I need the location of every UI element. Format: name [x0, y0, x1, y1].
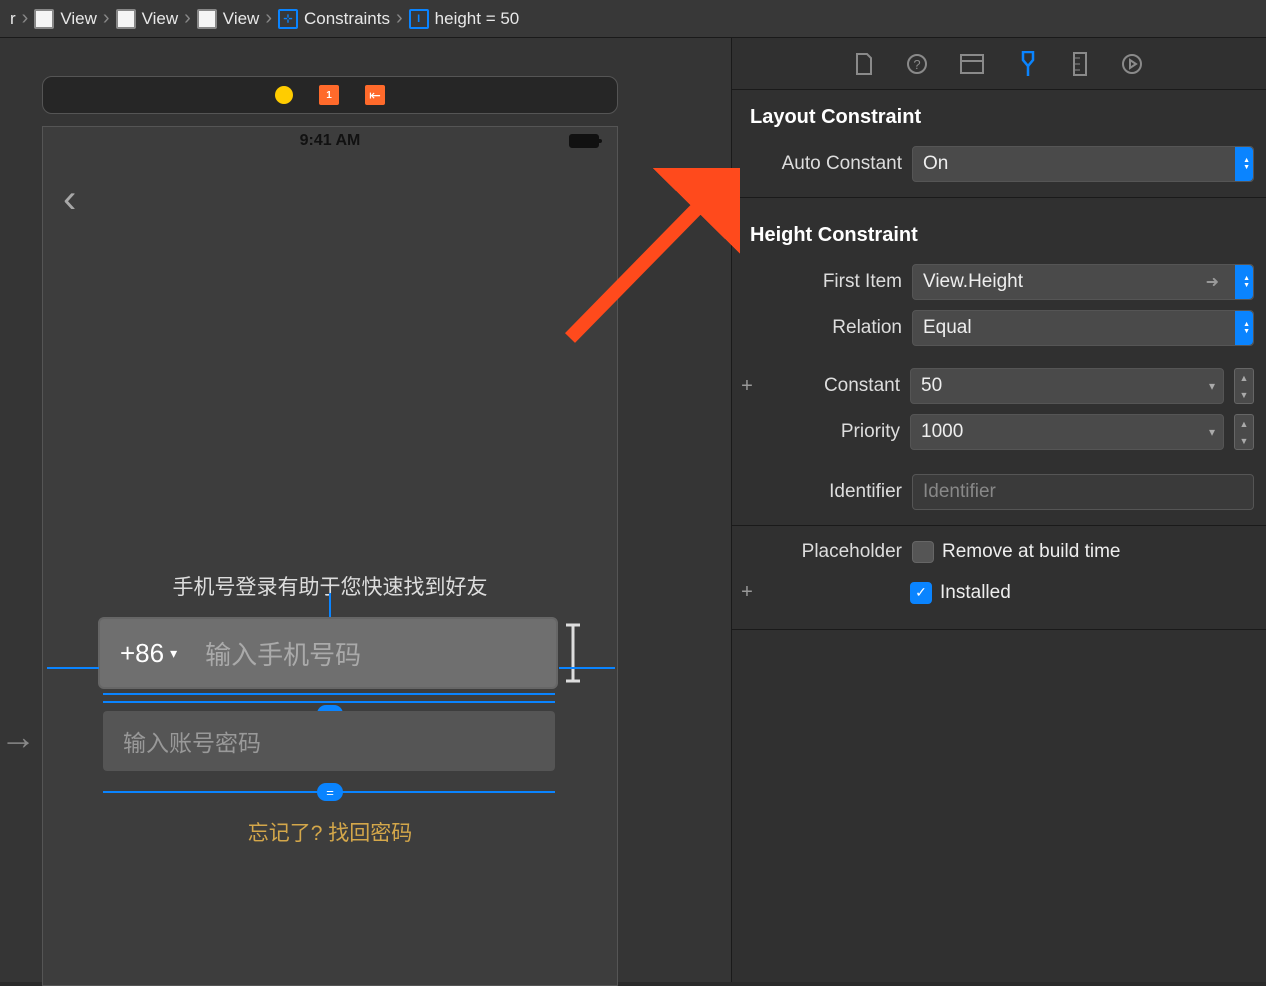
constant-label: Constant [772, 375, 900, 397]
priority-label: Priority [772, 421, 900, 443]
annotation-arrow-icon [560, 168, 740, 348]
country-code-selector[interactable]: +86▾ [120, 638, 177, 669]
device-toolbar: 1 [42, 76, 618, 114]
constraint-icon: I [409, 9, 429, 29]
back-chevron-icon[interactable]: ‹ [63, 177, 76, 222]
battery-icon [569, 134, 599, 148]
status-time: 9:41 AM [300, 132, 361, 150]
auto-constant-select[interactable]: On ▲▼ [912, 146, 1254, 182]
jump-arrow-icon[interactable]: ➜ [1206, 272, 1219, 292]
breadcrumb-height-constraint[interactable]: Iheight = 50 [405, 9, 524, 29]
identity-tab-icon[interactable] [960, 54, 984, 74]
inspector-panel: ? Layout Constraint Auto Constant On ▲▼ … [732, 38, 1266, 982]
device-preview[interactable]: 9:41 AM ‹ 手机号登录有助于您快速找到好友 +86▾ 输入手机号码 = … [42, 126, 618, 986]
record-icon[interactable] [275, 86, 293, 104]
cube-3d-icon[interactable]: 1 [319, 85, 339, 105]
priority-input[interactable]: 1000 ▾ [910, 414, 1224, 450]
identifier-label: Identifier [732, 481, 902, 503]
svg-text:?: ? [913, 57, 920, 72]
connections-tab-icon[interactable] [1120, 52, 1144, 76]
chevron-right-icon: › [184, 7, 191, 30]
constant-stepper[interactable]: ▲▼ [1234, 368, 1254, 404]
view-icon [116, 9, 136, 29]
priority-stepper[interactable]: ▲▼ [1234, 414, 1254, 450]
caret-down-icon[interactable]: ▾ [1209, 379, 1215, 393]
section-height-constraint: Height Constraint [732, 208, 1266, 259]
equal-badge-icon: = [317, 783, 343, 801]
constraint-guide [47, 667, 99, 669]
add-constant-button[interactable]: + [732, 375, 762, 398]
caret-down-icon[interactable]: ▾ [1209, 425, 1215, 439]
relation-select[interactable]: Equal ▲▼ [912, 310, 1254, 346]
constraint-guide [103, 701, 555, 703]
breadcrumb-view-3[interactable]: View [193, 9, 264, 29]
installed-checkbox[interactable]: ✓ [910, 582, 932, 604]
status-bar: 9:41 AM [43, 127, 617, 155]
phone-input-field[interactable]: +86▾ 输入手机号码 [98, 617, 558, 689]
placeholder-label: Placeholder [732, 541, 902, 563]
constraint-guide [103, 693, 555, 695]
help-tab-icon[interactable]: ? [906, 53, 928, 75]
chevron-right-icon: › [103, 7, 110, 30]
breadcrumb-constraints[interactable]: ⊹Constraints [274, 9, 394, 29]
constraint-icon: ⊹ [278, 9, 298, 29]
password-input-field[interactable]: 输入账号密码 [103, 711, 555, 771]
attributes-tab-icon[interactable] [1016, 51, 1040, 77]
chevron-right-icon: › [22, 7, 29, 30]
first-item-select[interactable]: View.Height ➜ ▲▼ [912, 264, 1254, 300]
remove-build-time-label: Remove at build time [942, 541, 1120, 563]
inspector-tabs: ? [732, 38, 1266, 90]
auto-constant-label: Auto Constant [732, 153, 902, 175]
size-tab-icon[interactable] [1072, 52, 1088, 76]
identifier-input[interactable]: Identifier [912, 474, 1254, 510]
relation-label: Relation [732, 317, 902, 339]
breadcrumb-view-1[interactable]: View [30, 9, 101, 29]
caret-down-icon: ▾ [170, 645, 177, 662]
installed-label: Installed [940, 582, 1011, 604]
constraint-guide [329, 593, 331, 617]
password-placeholder: 输入账号密码 [123, 724, 261, 758]
section-layout-constraint: Layout Constraint [732, 90, 1266, 141]
height-constraint-indicator-icon [566, 623, 580, 683]
view-icon [197, 9, 217, 29]
canvas[interactable]: → 1 9:41 AM ‹ 手机号登录有助于您快速找到好友 +86▾ 输入手机号… [0, 38, 732, 982]
breadcrumb: r › View › View › View › ⊹Constraints › … [0, 0, 1266, 38]
remove-build-time-checkbox[interactable] [912, 541, 934, 563]
first-item-label: First Item [732, 271, 902, 293]
phone-placeholder: 输入手机号码 [205, 635, 361, 672]
constant-input[interactable]: 50 ▾ [910, 368, 1224, 404]
add-installed-button[interactable]: + [732, 581, 762, 604]
chevron-right-icon: › [396, 7, 403, 30]
view-icon [34, 9, 54, 29]
breadcrumb-view-2[interactable]: View [112, 9, 183, 29]
chevron-right-icon: › [265, 7, 272, 30]
exit-icon[interactable] [365, 85, 385, 105]
canvas-nav-arrow-icon: → [0, 716, 36, 758]
forgot-password-link[interactable]: 忘记了? 找回密码 [43, 817, 617, 847]
constraint-guide [559, 667, 615, 669]
breadcrumb-item[interactable]: r [6, 9, 20, 29]
file-tab-icon[interactable] [854, 52, 874, 76]
